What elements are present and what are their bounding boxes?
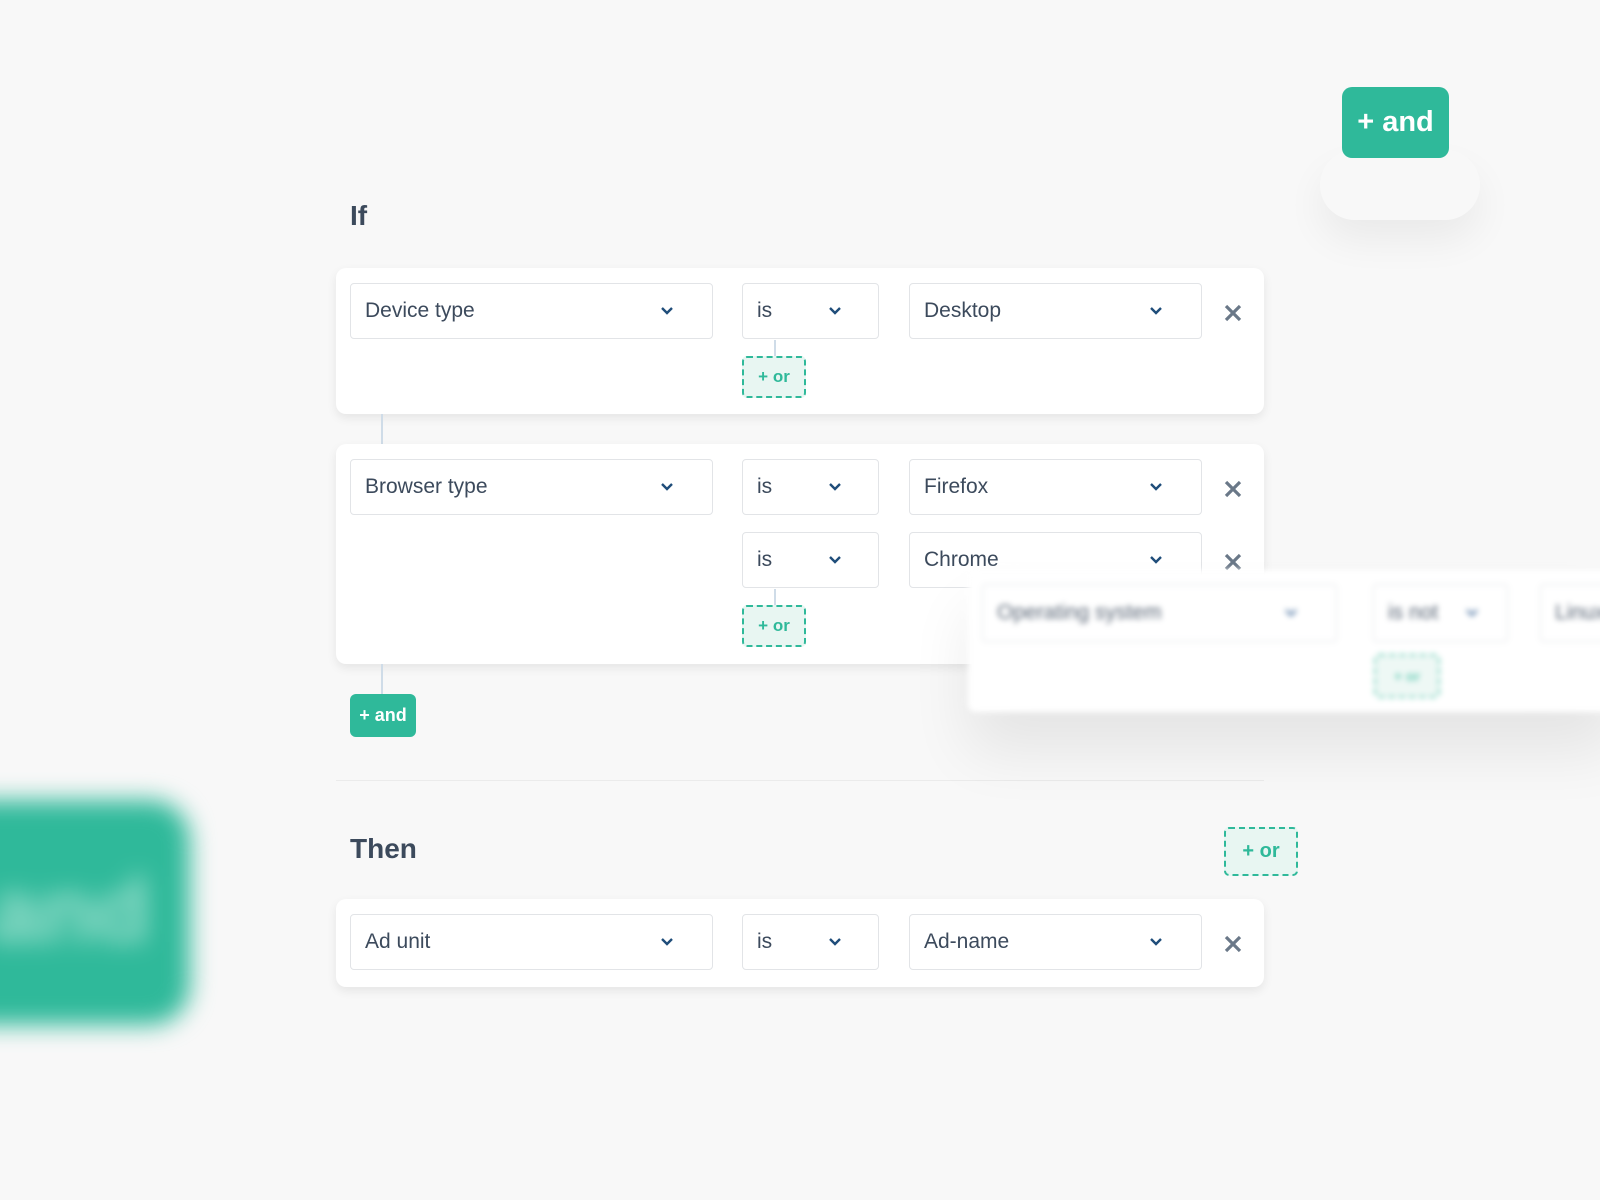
field-value: Browser type: [365, 475, 488, 498]
chevron-down-icon: [829, 938, 841, 946]
chevron-down-icon: [661, 307, 673, 315]
chevron-down-icon: [829, 483, 841, 491]
operator-value: is not: [1388, 601, 1439, 624]
blurred-and-button: and: [0, 800, 190, 1025]
then-heading: Then: [350, 833, 417, 864]
operator-value: is: [757, 930, 773, 953]
chevron-down-icon: [661, 938, 673, 946]
operator-select[interactable]: is: [742, 532, 879, 588]
chevron-down-icon: [661, 483, 673, 491]
value-text: Firefox: [924, 475, 989, 498]
chevron-down-icon: [829, 556, 841, 564]
field-select-browser-type[interactable]: Browser type: [350, 459, 713, 515]
field-value: Device type: [365, 299, 475, 322]
value-text: Ad-name: [924, 930, 1010, 953]
value-text: Chrome: [924, 548, 999, 571]
add-and-button[interactable]: + and: [350, 694, 416, 737]
operator-value: is: [757, 299, 773, 322]
chevron-down-icon: [1150, 307, 1162, 315]
value-select-ad-name[interactable]: Ad-name: [909, 914, 1202, 970]
close-icon[interactable]: [1222, 478, 1244, 500]
field-value: Operating system: [997, 601, 1162, 624]
add-or-button[interactable]: + or: [742, 605, 806, 647]
add-or-button[interactable]: + or: [742, 356, 806, 398]
field-select-operating-system[interactable]: Operating system: [982, 584, 1337, 642]
operator-select[interactable]: is not: [1373, 584, 1508, 642]
add-or-button[interactable]: + or: [1374, 654, 1440, 698]
connector-line: [381, 664, 383, 694]
field-select-device-type[interactable]: Device type: [350, 283, 713, 339]
floating-blurred-card: Operating system is not Linux + or: [968, 570, 1600, 712]
chevron-down-icon: [1466, 609, 1478, 617]
floating-and-button[interactable]: + and: [1342, 87, 1449, 158]
close-icon[interactable]: [1222, 302, 1244, 324]
chevron-down-icon: [1150, 556, 1162, 564]
value-select-linux[interactable]: Linux: [1540, 584, 1600, 642]
value-text: Desktop: [924, 299, 1002, 322]
chevron-down-icon: [1285, 609, 1297, 617]
chevron-down-icon: [1150, 938, 1162, 946]
operator-value: is: [757, 548, 773, 571]
connector-line: [774, 589, 776, 605]
value-select-desktop[interactable]: Desktop: [909, 283, 1202, 339]
operator-select[interactable]: is: [742, 283, 879, 339]
field-select-ad-unit[interactable]: Ad unit: [350, 914, 713, 970]
operator-select[interactable]: is: [742, 459, 879, 515]
then-add-or-button[interactable]: + or: [1224, 827, 1298, 876]
close-icon[interactable]: [1222, 933, 1244, 955]
chevron-down-icon: [1150, 483, 1162, 491]
value-text: Linux: [1555, 601, 1600, 624]
connector-line: [774, 340, 776, 356]
section-divider: [336, 780, 1264, 781]
operator-value: is: [757, 475, 773, 498]
field-value: Ad unit: [365, 930, 431, 953]
connector-line: [381, 414, 383, 444]
chevron-down-icon: [829, 307, 841, 315]
value-select-firefox[interactable]: Firefox: [909, 459, 1202, 515]
operator-select[interactable]: is: [742, 914, 879, 970]
if-heading: If: [350, 200, 368, 231]
